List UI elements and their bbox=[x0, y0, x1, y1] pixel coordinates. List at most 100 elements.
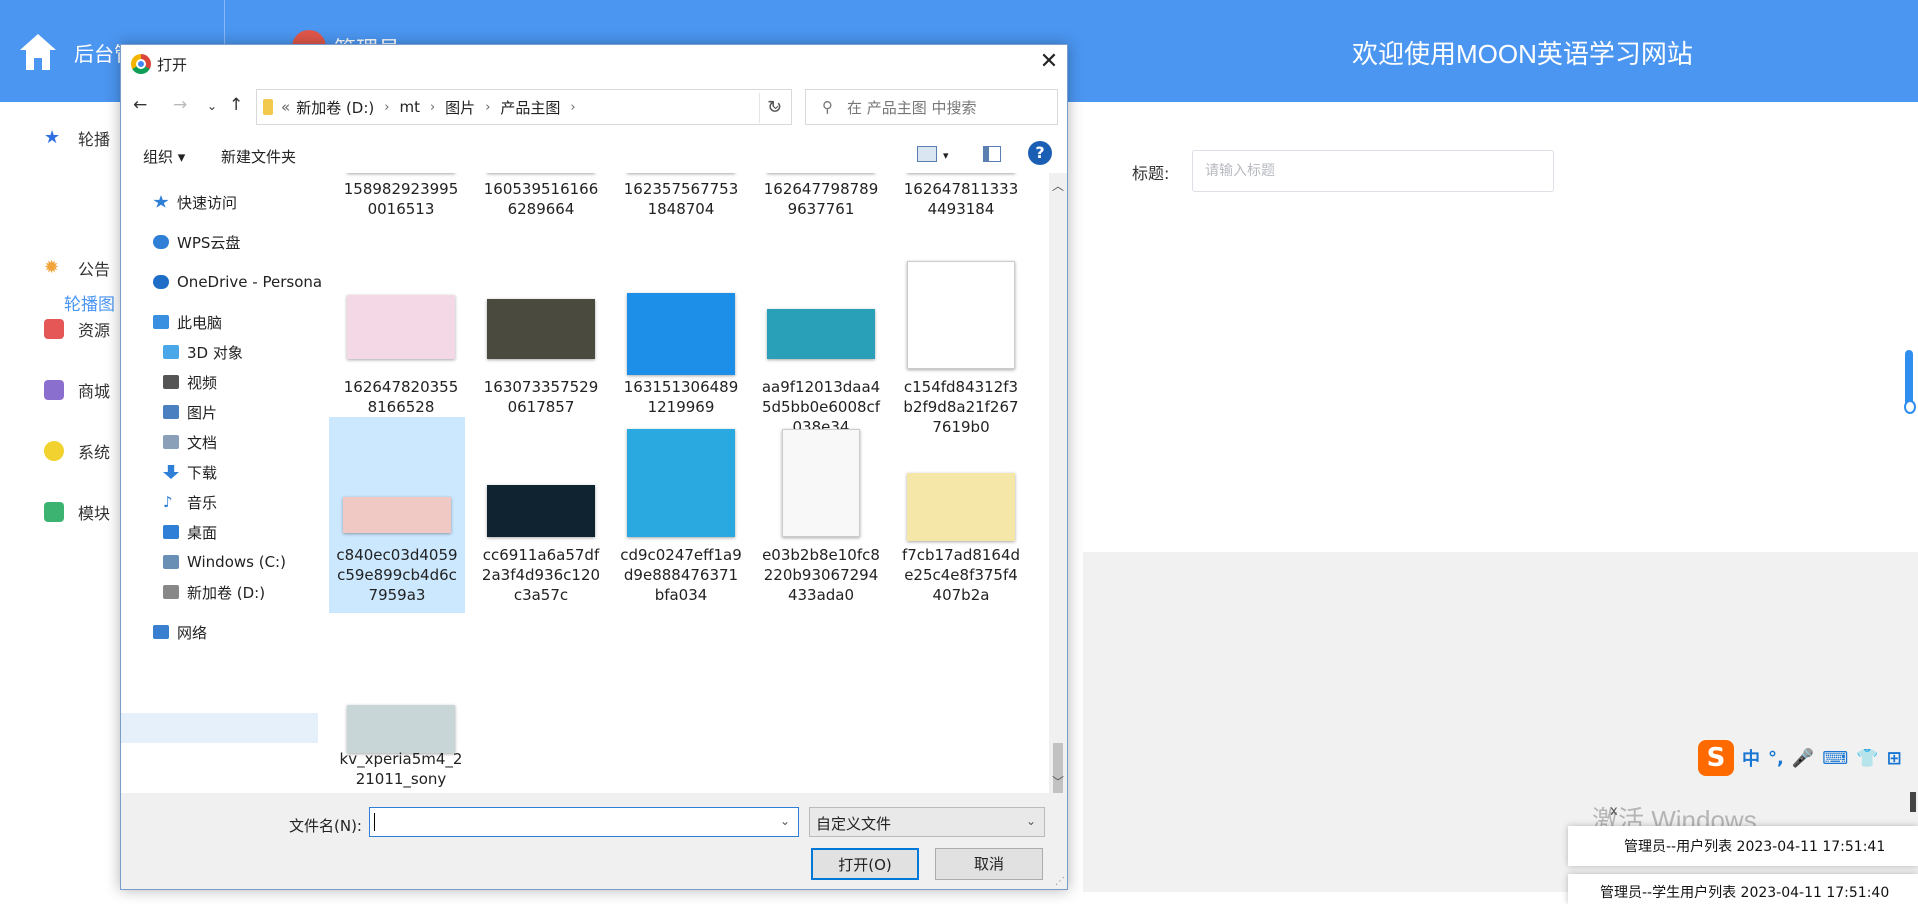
forward-arrow-icon[interactable]: → bbox=[173, 95, 187, 115]
close-icon[interactable]: x bbox=[1610, 804, 1618, 819]
sidebar-item-notice[interactable]: ✹ 公告 bbox=[44, 256, 110, 280]
preview-pane-icon[interactable] bbox=[983, 146, 1001, 162]
up-arrow-icon[interactable]: ↑ bbox=[229, 95, 243, 115]
filename-label: 文件名(N): bbox=[289, 817, 362, 835]
chevron-down-icon[interactable]: ⌄ bbox=[780, 814, 790, 828]
title-input[interactable] bbox=[1192, 150, 1554, 192]
open-button[interactable]: 打开(O) bbox=[811, 848, 919, 880]
cloud-icon bbox=[153, 235, 169, 249]
address-bar[interactable]: « 新加卷 (D:) › mt › 图片 › 产品主图 › ⌄ bbox=[256, 89, 792, 125]
file-name: c840ec03d4059 c59e899cb4d6c 7959a3 bbox=[329, 545, 465, 605]
breadcrumb-item[interactable]: 产品主图 bbox=[500, 97, 560, 118]
file-name-line: 163151306489 bbox=[623, 378, 739, 396]
file-thumbnail bbox=[487, 299, 595, 359]
onedrive-icon bbox=[153, 275, 169, 289]
view-mode-icon[interactable] bbox=[917, 146, 937, 162]
nav-quick-access[interactable]: 快速访问 bbox=[153, 191, 237, 213]
file-list-scrollbar[interactable]: ︿ ﹀ bbox=[1049, 173, 1067, 813]
file-thumbnail bbox=[343, 497, 451, 533]
new-folder-button[interactable]: 新建文件夹 bbox=[221, 146, 296, 167]
file-name-line: c59e899cb4d6c bbox=[337, 566, 457, 584]
resize-grip-icon[interactable]: ⋰ bbox=[1055, 876, 1065, 887]
file-name-line: cc6911a6a57df bbox=[482, 546, 600, 564]
file-name-line: 1848704 bbox=[647, 200, 715, 218]
file-item[interactable]: c840ec03d4059 c59e899cb4d6c 7959a3 bbox=[329, 417, 465, 613]
file-name-line: 0016513 bbox=[367, 200, 435, 218]
scroll-down-icon[interactable]: ﹀ bbox=[1052, 773, 1064, 790]
file-item[interactable]: kv_xperia5m4_2 21011_sony bbox=[333, 695, 469, 793]
close-button[interactable]: ✕ bbox=[1037, 49, 1061, 74]
ime-skin-icon[interactable]: 👕 bbox=[1856, 748, 1878, 769]
ime-mode-icon[interactable]: 中 bbox=[1742, 745, 1760, 771]
file-thumbnail bbox=[782, 429, 860, 537]
notif-scrollbar[interactable] bbox=[1910, 792, 1916, 812]
nav-music[interactable]: ♪ 音乐 bbox=[163, 491, 217, 513]
file-item[interactable]: 163073357529 0617857 bbox=[473, 253, 609, 441]
refresh-icon[interactable]: ↻ bbox=[759, 93, 789, 123]
breadcrumb-item[interactable]: mt bbox=[399, 98, 420, 116]
ime-menu-icon[interactable]: ⊞ bbox=[1887, 748, 1902, 769]
ime-keyboard-icon[interactable]: ⌨ bbox=[1822, 748, 1848, 769]
file-item[interactable]: e03b2b8e10fc8 220b93067294 433ada0 bbox=[753, 421, 889, 609]
overflow-icon[interactable]: « bbox=[281, 98, 290, 116]
file-name-line: 162357567753 bbox=[623, 180, 739, 198]
breadcrumb-item[interactable]: 图片 bbox=[445, 97, 475, 118]
nav-drive-c[interactable]: Windows (C:) bbox=[163, 551, 286, 573]
chevron-right-icon[interactable]: › bbox=[485, 100, 490, 115]
help-icon[interactable]: ? bbox=[1028, 141, 1052, 165]
file-item[interactable]: c154fd84312f3 b2f9d8a21f267 7619b0 bbox=[893, 253, 1029, 441]
sidebar-item-module[interactable]: 模块 bbox=[44, 500, 110, 524]
ime-punct-icon[interactable]: °, bbox=[1768, 748, 1784, 769]
sidebar-item-shop[interactable]: 商城 bbox=[44, 378, 110, 402]
file-item[interactable]: 162647820355 8166528 bbox=[333, 253, 469, 441]
nav-network[interactable]: 网络 bbox=[153, 621, 207, 643]
file-thumbnail bbox=[767, 309, 875, 359]
search-box[interactable]: ⚲ 在 产品主图 中搜索 bbox=[805, 89, 1058, 125]
sidebar-item-resource[interactable]: 资源 bbox=[44, 317, 110, 341]
ime-mic-icon[interactable]: 🎤 bbox=[1792, 748, 1814, 769]
recent-chevron-icon[interactable]: ⌄ bbox=[207, 99, 217, 113]
file-name-line: 220b93067294 bbox=[763, 566, 879, 584]
nav-pictures[interactable]: 图片 bbox=[163, 401, 217, 423]
chat-icon bbox=[44, 502, 64, 522]
sidebar-item-label: 系统 bbox=[78, 443, 111, 462]
nav-wps-cloud[interactable]: WPS云盘 bbox=[153, 231, 240, 253]
chevron-down-icon[interactable]: ▾ bbox=[943, 149, 949, 162]
nav-onedrive[interactable]: OneDrive - Persona bbox=[153, 271, 322, 293]
file-item[interactable]: aa9f12013daa4 5d5bb0e6008cf 038e34 bbox=[753, 253, 889, 441]
file-name: 162357567753 1848704 bbox=[613, 179, 749, 219]
chevron-right-icon[interactable]: › bbox=[570, 100, 575, 115]
box-icon bbox=[44, 380, 64, 400]
nav-desktop[interactable]: 桌面 bbox=[163, 521, 217, 543]
sidebar-subitem-carousel[interactable]: 轮播图 bbox=[64, 290, 115, 315]
chevron-right-icon[interactable]: › bbox=[384, 100, 389, 115]
home-icon[interactable] bbox=[16, 30, 60, 74]
back-arrow-icon[interactable]: ← bbox=[133, 95, 147, 115]
nav-3d-objects[interactable]: 3D 对象 bbox=[163, 341, 243, 363]
chevron-right-icon[interactable]: › bbox=[430, 100, 435, 115]
scroll-up-icon[interactable]: ︿ bbox=[1052, 177, 1064, 194]
nav-videos[interactable]: 视频 bbox=[163, 371, 217, 393]
ime-toolbar: S 中 °, 🎤 ⌨ 👕 ⊞ bbox=[1698, 738, 1918, 778]
file-item[interactable]: cd9c0247eff1a9 d9e888476371 bfa034 bbox=[613, 421, 749, 609]
sidebar-item-carousel[interactable]: ★ 轮播 bbox=[44, 126, 110, 150]
file-item[interactable]: 163151306489 1219969 bbox=[613, 253, 749, 441]
page-scroll-knob[interactable] bbox=[1904, 400, 1916, 414]
dialog-titlebar[interactable]: 打开 ✕ bbox=[121, 45, 1067, 81]
nav-this-pc[interactable]: 此电脑 bbox=[153, 311, 222, 333]
filename-input[interactable]: ⌄ bbox=[369, 807, 799, 837]
file-item[interactable]: cc6911a6a57df 2a3f4d936c120 c3a57c bbox=[473, 421, 609, 609]
nav-drive-d[interactable]: 新加卷 (D:) bbox=[163, 581, 265, 603]
nav-documents[interactable]: 文档 bbox=[163, 431, 217, 453]
breadcrumb-item[interactable]: 新加卷 (D:) bbox=[296, 97, 374, 118]
file-thumbnail bbox=[907, 473, 1015, 541]
file-item[interactable]: f7cb17ad8164d e25c4e8f375f4 407b2a bbox=[893, 421, 1029, 609]
sidebar-item-system[interactable]: 系统 bbox=[44, 439, 110, 463]
cancel-button[interactable]: 取消 bbox=[935, 848, 1043, 880]
sogou-logo-icon[interactable]: S bbox=[1698, 740, 1734, 776]
organize-menu[interactable]: 组织 ▾ bbox=[143, 146, 185, 167]
drive-icon bbox=[163, 585, 179, 599]
nav-downloads[interactable]: 下载 bbox=[163, 461, 217, 483]
file-thumbnail bbox=[627, 293, 735, 375]
filetype-select[interactable]: 自定义文件 ⌄ bbox=[809, 807, 1045, 837]
